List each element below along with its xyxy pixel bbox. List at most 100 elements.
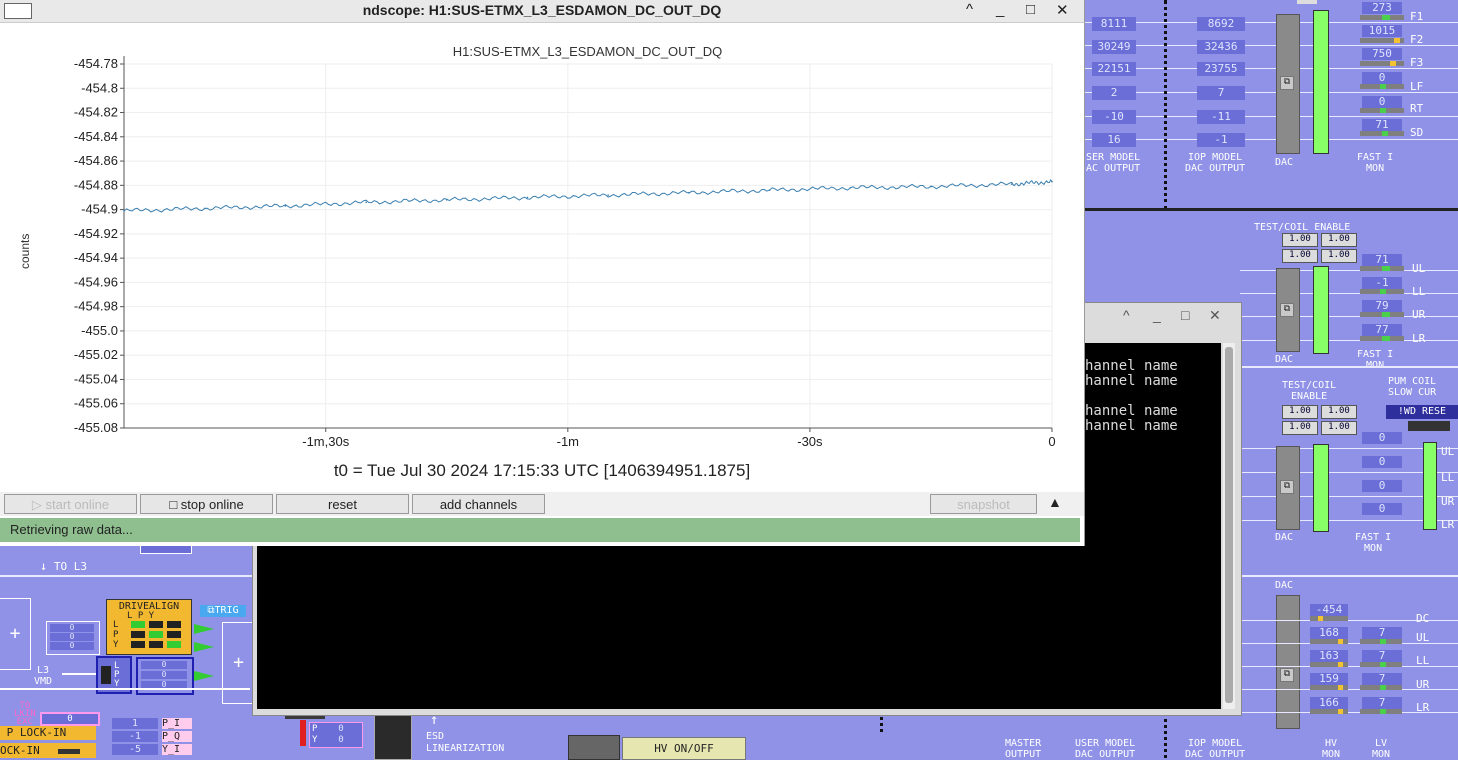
hv-mon-value: 166 [1310,697,1348,709]
maximize-icon[interactable]: □ [1181,307,1189,323]
mon-value: 0 [1362,456,1402,468]
close-icon[interactable]: ✕ [1209,307,1221,324]
mon-name: UR [1441,495,1455,508]
gain-field[interactable]: 1.00 [1282,405,1318,419]
lpy-side: LPY [113,620,119,650]
mon-value: 750 [1362,48,1402,60]
top-indicator [1297,0,1317,4]
matrix-block[interactable]: 0 0 0 [46,621,100,655]
matrix-value: 0 [50,642,94,650]
data-point [1010,183,1013,185]
maximize-icon[interactable]: □ [1026,1,1035,18]
lock-in-name: P_Q [162,731,192,742]
y-tick-label: -455.02 [74,347,118,362]
minimize-icon[interactable]: _ [1153,307,1161,323]
mon-name: UL [1441,445,1455,458]
gain-field[interactable]: 1.00 [1282,249,1318,263]
minimize-up-icon[interactable]: ^ [1123,307,1130,323]
reset-button[interactable]: reset [276,494,409,514]
data-point [849,186,852,189]
plot-svg[interactable]: -454.78 -454.8 -454.82 -454.84 -454.86 -454.8… [0,24,1084,488]
wd-status [1408,421,1450,431]
mon-value: -1 [1362,277,1402,289]
lv-mon-value: 7 [1362,650,1402,662]
lpy-header: L P Y [127,611,155,621]
gain-field[interactable]: 1.00 [1321,249,1357,263]
dac-button[interactable]: ⧉ [1280,76,1294,90]
hv-state-indicator [568,735,620,760]
stop-online-button[interactable]: □ stop online [140,494,273,514]
dac-label: DAC [1275,532,1294,543]
lock-in-button[interactable]: OCK-IN [0,743,96,758]
hv-indicator [1310,709,1348,714]
iop-model-value: 8692 [1197,17,1245,31]
esd-linearization-label: ESD LINEARIZATION [426,731,505,754]
wd-reset-button[interactable]: !WD RESE [1386,405,1458,419]
switch-grid-icon[interactable] [374,712,412,760]
fast-imon-label: FAST IMON [1355,532,1392,554]
mon-indicator [1360,15,1404,20]
mon-indicator [1360,312,1404,317]
mon-name: LF [1410,80,1424,93]
y-tick-label: -454.98 [74,299,118,314]
hv-indicator [1310,662,1348,667]
add-channels-button[interactable]: add channels [412,494,545,514]
divider-dots [1164,0,1167,210]
ndscope-titlebar[interactable]: ndscope: H1:SUS-ETMX_L3_ESDAMON_DC_OUT_D… [0,0,1084,23]
mon-indicator [1360,336,1404,341]
dac-button[interactable]: ⧉ [1280,480,1294,494]
x-tick-label: -1m [557,434,579,449]
sum-block[interactable]: + [0,598,31,670]
plot-area[interactable]: H1:SUS-ETMX_L3_ESDAMON_DC_OUT_DQ -454.78… [0,24,1084,488]
lv-indicator [1360,709,1402,714]
lv-mon-value: 7 [1362,697,1402,709]
arrow-icon [194,642,214,652]
dac-label: DAC [1275,354,1294,365]
hv-indicator [1310,616,1348,621]
lkin-value: 0 [40,712,100,726]
user-model-value: -10 [1092,110,1136,124]
user-model-label: SER MODEL AC OUTPUT [1086,152,1141,174]
lock-in-button[interactable]: P LOCK-IN [0,726,96,740]
dac-button[interactable]: ⧉ [1280,303,1294,317]
trig-button[interactable]: ⧉TRIG [200,605,246,617]
gain-field[interactable]: 1.00 [1282,233,1318,247]
snapshot-button[interactable]: snapshot [930,494,1037,514]
lock-in-value: 1 [112,718,158,729]
ndscope-window[interactable]: ndscope: H1:SUS-ETMX_L3_ESDAMON_DC_OUT_D… [0,0,1085,546]
start-online-button[interactable]: ▷ start online [4,494,137,514]
section-divider [1085,208,1458,211]
section-divider [1240,366,1458,368]
minimize-icon[interactable]: _ [996,1,1004,18]
terminal-scrollbar[interactable] [1223,343,1235,709]
terminal-controls: ^ _ □ ✕ [1123,307,1233,327]
output-name: LR [1416,701,1430,714]
mon-value: 71 [1362,254,1402,266]
hv-mon-value: -454 [1310,604,1348,616]
hv-mon-label: HV MON [1322,738,1341,760]
close-icon[interactable]: ✕ [1056,1,1069,19]
gain-field[interactable]: 1.00 [1321,233,1357,247]
sum-block[interactable]: + [222,622,254,704]
lv-indicator [1360,685,1402,690]
gain-field[interactable]: 1.00 [1321,405,1357,419]
mon-value: 0 [1362,480,1402,492]
to-lkin-exc-label: TO LKIN EXC [14,701,36,727]
mon-name: F1 [1410,10,1424,23]
shade-icon[interactable]: ^ [966,1,973,18]
mon-value: 0 [1362,96,1402,108]
section-divider [1240,575,1458,577]
mon-value: 1015 [1362,25,1402,37]
expand-icon[interactable]: ▲ [1048,494,1062,510]
py-block[interactable]: PY 0 0 [309,722,363,748]
signal-line [0,688,250,690]
hv-onoff-button[interactable]: HV ON/OFF [622,737,746,760]
lock-in-name: P_I [162,718,192,729]
dac-label: DAC [1275,580,1294,591]
pum-coil-label: PUM COIL SLOW CUR [1388,376,1437,398]
gain-field[interactable]: 1.00 [1282,421,1318,435]
mon-name: RT [1410,102,1424,115]
gain-field[interactable]: 1.00 [1321,421,1357,435]
drivealign-block[interactable]: DRIVEALIGN L P Y LPY [106,599,192,655]
dac-button[interactable]: ⧉ [1280,668,1294,682]
